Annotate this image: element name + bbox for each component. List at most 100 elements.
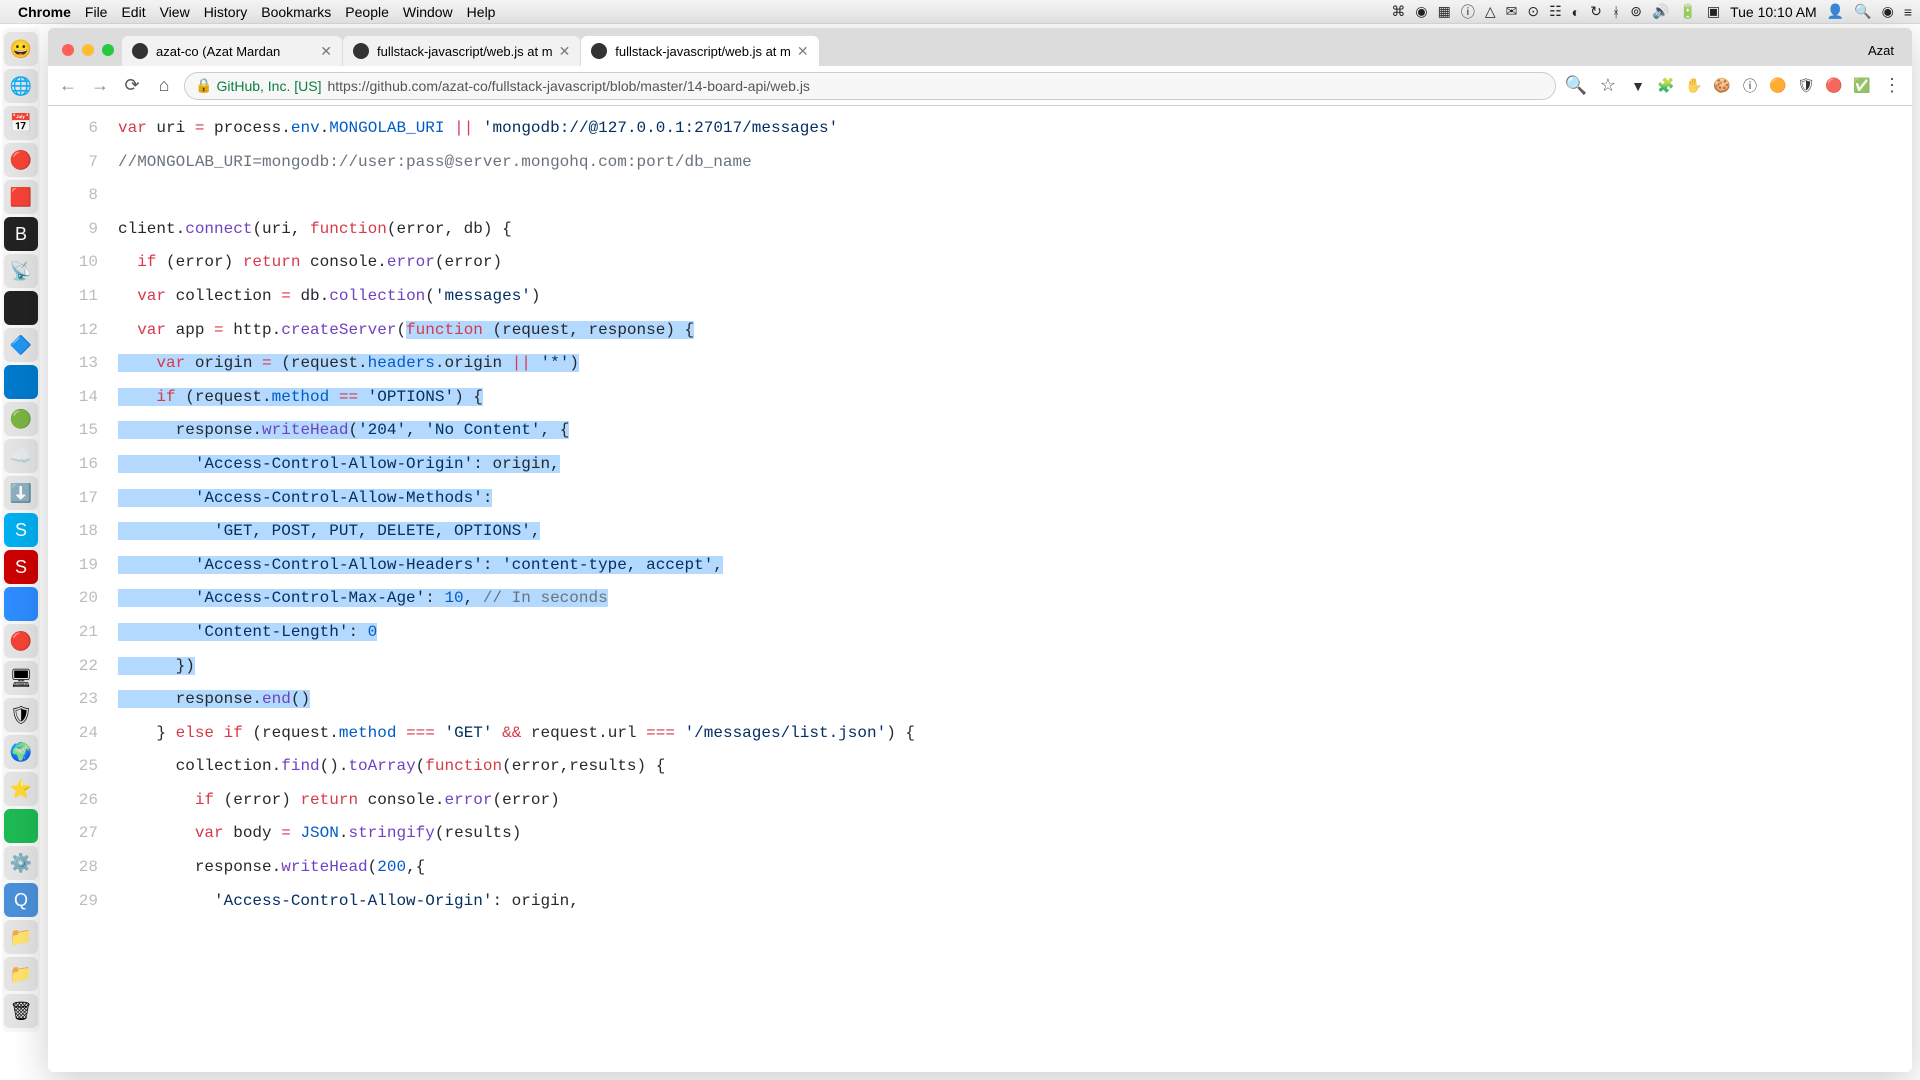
siri-icon[interactable]: ◉ — [1882, 3, 1894, 20]
code-line[interactable]: 13 var origin = (request.headers.origin … — [48, 347, 1912, 381]
code-line[interactable]: 19 'Access-Control-Allow-Headers': 'cont… — [48, 549, 1912, 583]
back-button[interactable]: ← — [56, 75, 80, 96]
extension-icon[interactable]: 🟠 — [1768, 76, 1788, 96]
star-icon[interactable]: ☆ — [1596, 75, 1620, 96]
dock-zoom-icon[interactable] — [4, 587, 38, 621]
dock-evernote-icon[interactable]: 🟢 — [4, 402, 38, 436]
code-content[interactable]: var collection = db.collection('messages… — [118, 280, 1912, 314]
status-icon[interactable]: ▣ — [1707, 3, 1720, 20]
status-icon[interactable]: ☷ — [1549, 3, 1562, 20]
code-line[interactable]: 8 — [48, 179, 1912, 213]
code-view[interactable]: 6var uri = process.env.MONGOLAB_URI || '… — [48, 112, 1912, 918]
menu-window[interactable]: Window — [403, 4, 453, 20]
menu-people[interactable]: People — [345, 4, 389, 20]
code-content[interactable]: 'Content-Length': 0 — [118, 616, 1912, 650]
code-content[interactable]: var app = http.createServer(function (re… — [118, 314, 1912, 348]
menubar-clock[interactable]: Tue 10:10 AM — [1730, 4, 1817, 20]
status-icon[interactable]: ◉ — [1415, 3, 1427, 20]
extension-icon[interactable]: ✅ — [1852, 76, 1872, 96]
dock-trash-icon[interactable]: 🗑 — [4, 994, 38, 1028]
dock-chrome-icon[interactable]: 🔴 — [4, 143, 38, 177]
code-line[interactable]: 14 if (request.method == 'OPTIONS') { — [48, 381, 1912, 415]
code-content[interactable]: var uri = process.env.MONGOLAB_URI || 'm… — [118, 112, 1912, 146]
close-window-button[interactable] — [62, 44, 74, 56]
dock-folder-icon[interactable]: 📁 — [4, 920, 38, 954]
code-line[interactable]: 12 var app = http.createServer(function … — [48, 314, 1912, 348]
code-content[interactable]: if (error) return console.error(error) — [118, 246, 1912, 280]
menu-bookmarks[interactable]: Bookmarks — [261, 4, 331, 20]
code-line[interactable]: 26 if (error) return console.error(error… — [48, 784, 1912, 818]
dock-app-icon[interactable]: 🌐 — [4, 69, 38, 103]
minimize-window-button[interactable] — [82, 44, 94, 56]
menu-history[interactable]: History — [204, 4, 248, 20]
dock-app-icon[interactable]: ⬇️ — [4, 476, 38, 510]
chrome-profile-label[interactable]: Azat — [1868, 43, 1906, 66]
app-name[interactable]: Chrome — [18, 4, 71, 20]
extension-icon[interactable]: 🛡 — [1796, 76, 1816, 96]
code-content[interactable]: //MONGOLAB_URI=mongodb://user:pass@serve… — [118, 146, 1912, 180]
user-icon[interactable]: 👤 — [1827, 3, 1844, 20]
extension-icon[interactable]: 🧩 — [1656, 76, 1676, 96]
code-line[interactable]: 6var uri = process.env.MONGOLAB_URI || '… — [48, 112, 1912, 146]
code-content[interactable]: var origin = (request.headers.origin || … — [118, 347, 1912, 381]
code-line[interactable]: 28 response.writeHead(200,{ — [48, 851, 1912, 885]
code-line[interactable]: 20 'Access-Control-Max-Age': 10, // In s… — [48, 582, 1912, 616]
maximize-window-button[interactable] — [102, 44, 114, 56]
code-content[interactable]: response.end() — [118, 683, 1912, 717]
dock-app-icon[interactable]: 🔷 — [4, 328, 38, 362]
tab-close-icon[interactable]: ✕ — [559, 43, 571, 60]
browser-tab[interactable]: fullstack-javascript/web.js at m ✕ — [343, 36, 580, 66]
forward-button[interactable]: → — [88, 75, 112, 96]
status-icon[interactable]: ⓘ — [1461, 2, 1475, 22]
code-content[interactable]: if (request.method == 'OPTIONS') { — [118, 381, 1912, 415]
code-content[interactable]: response.writeHead('204', 'No Content', … — [118, 414, 1912, 448]
reload-button[interactable]: ⟳ — [120, 75, 144, 96]
code-line[interactable]: 18 'GET, POST, PUT, DELETE, OPTIONS', — [48, 515, 1912, 549]
code-line[interactable]: 27 var body = JSON.stringify(results) — [48, 817, 1912, 851]
code-content[interactable]: 'Access-Control-Allow-Origin': origin, — [118, 885, 1912, 919]
code-line[interactable]: 29 'Access-Control-Allow-Origin': origin… — [48, 885, 1912, 919]
code-line[interactable]: 11 var collection = db.collection('messa… — [48, 280, 1912, 314]
code-content[interactable]: response.writeHead(200,{ — [118, 851, 1912, 885]
wifi-icon[interactable]: ⊚ — [1630, 3, 1642, 20]
status-icon[interactable]: ◐ — [1572, 4, 1580, 20]
volume-icon[interactable]: 🔊 — [1652, 3, 1669, 20]
bluetooth-icon[interactable]: ᚼ — [1612, 4, 1620, 20]
notifications-icon[interactable]: ≡ — [1904, 4, 1912, 20]
dock-calendar-icon[interactable]: 📅 — [4, 106, 38, 140]
dock-terminal-icon[interactable] — [4, 291, 38, 325]
dock-app-icon[interactable]: 🛡 — [4, 698, 38, 732]
code-line[interactable]: 25 collection.find().toArray(function(er… — [48, 750, 1912, 784]
dock-app-icon[interactable]: 🔴 — [4, 624, 38, 658]
code-line[interactable]: 7//MONGOLAB_URI=mongodb://user:pass@serv… — [48, 146, 1912, 180]
code-content[interactable]: if (error) return console.error(error) — [118, 784, 1912, 818]
code-content[interactable]: 'Access-Control-Max-Age': 10, // In seco… — [118, 582, 1912, 616]
code-content[interactable]: 'Access-Control-Allow-Headers': 'content… — [118, 549, 1912, 583]
code-line[interactable]: 16 'Access-Control-Allow-Origin': origin… — [48, 448, 1912, 482]
dock-settings-icon[interactable]: ⚙️ — [4, 846, 38, 880]
code-line[interactable]: 21 'Content-Length': 0 — [48, 616, 1912, 650]
code-line[interactable]: 10 if (error) return console.error(error… — [48, 246, 1912, 280]
dock-skype-icon[interactable]: S — [4, 513, 38, 547]
extension-icon[interactable]: ⓘ — [1740, 76, 1760, 96]
menu-view[interactable]: View — [160, 4, 190, 20]
tab-close-icon[interactable]: ✕ — [797, 43, 809, 60]
page-content[interactable]: 6var uri = process.env.MONGOLAB_URI || '… — [48, 106, 1912, 1072]
status-icon[interactable]: △ — [1485, 3, 1496, 20]
code-line[interactable]: 22 }) — [48, 650, 1912, 684]
code-content[interactable]: 'Access-Control-Allow-Origin': origin, — [118, 448, 1912, 482]
extension-icon[interactable]: ✋ — [1684, 76, 1704, 96]
extension-icon[interactable]: 🍪 — [1712, 76, 1732, 96]
code-content[interactable]: client.connect(uri, function(error, db) … — [118, 213, 1912, 247]
browser-tab[interactable]: azat-co (Azat Mardan ✕ — [122, 36, 342, 66]
dock-finder-icon[interactable]: 😀 — [4, 32, 38, 66]
dock-app-icon[interactable]: ⭐ — [4, 772, 38, 806]
dock-spotify-icon[interactable] — [4, 809, 38, 843]
code-content[interactable]: 'GET, POST, PUT, DELETE, OPTIONS', — [118, 515, 1912, 549]
status-icon[interactable]: ⊙ — [1527, 3, 1539, 20]
extension-icon[interactable]: 🔴 — [1824, 76, 1844, 96]
dock-todoist-icon[interactable]: 🟥 — [4, 180, 38, 214]
status-icon[interactable]: ▦ — [1438, 3, 1451, 20]
extension-icon[interactable]: ▼ — [1628, 76, 1648, 96]
code-content[interactable]: collection.find().toArray(function(error… — [118, 750, 1912, 784]
